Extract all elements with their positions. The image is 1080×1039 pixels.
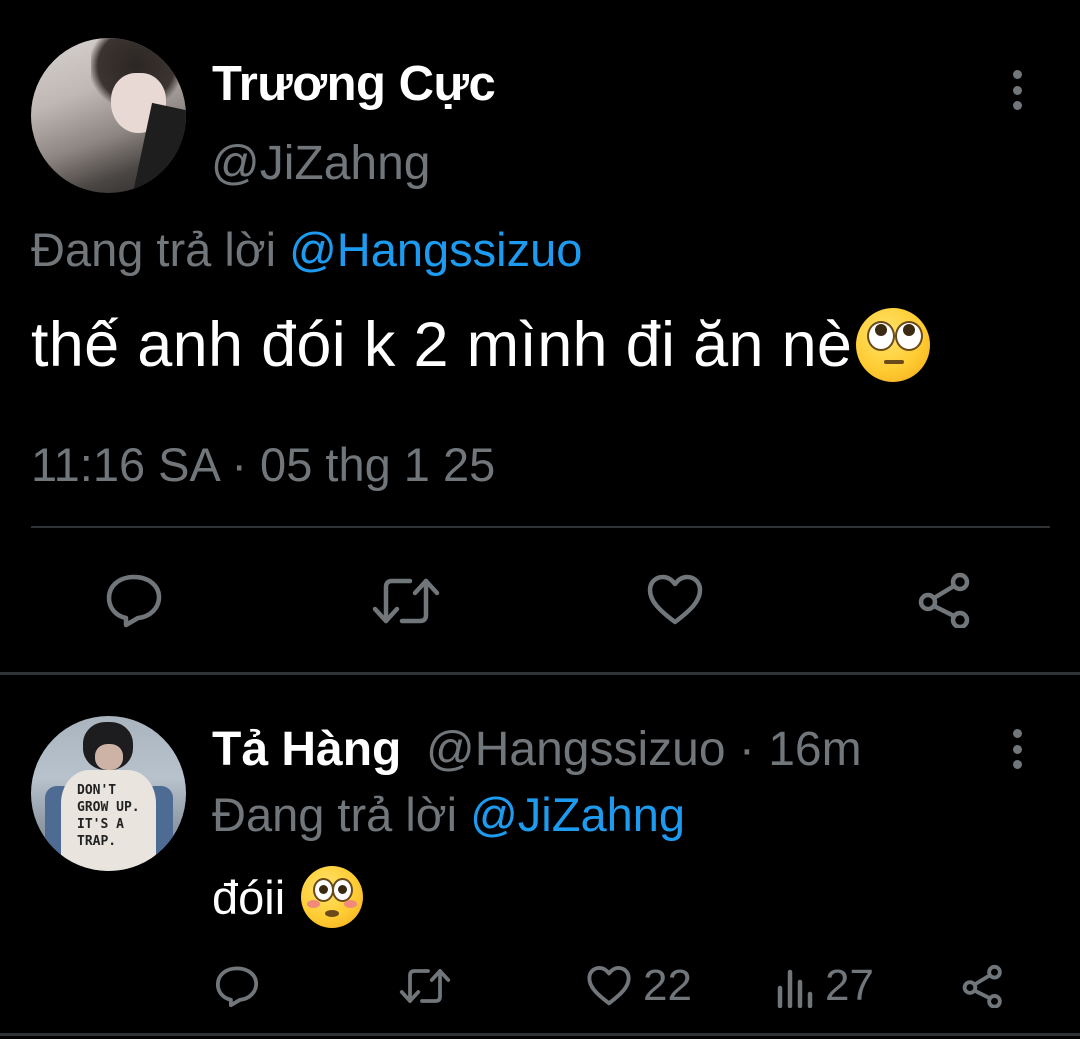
replying-mention-link[interactable]: @Hangssizuo — [289, 223, 582, 276]
main-tweet-timestamp[interactable]: 11:16 SA · 05 thg 1 25 — [31, 437, 495, 492]
like-button[interactable]: 22 — [585, 964, 692, 1008]
reply-author-name[interactable]: Tả Hàng — [212, 722, 401, 777]
main-author-handle[interactable]: @JiZahng — [211, 136, 431, 191]
divider — [0, 672, 1080, 675]
views-button[interactable]: 27 — [775, 964, 874, 1008]
avatar-main-author[interactable] — [31, 38, 186, 193]
replying-prefix: Đang trả lời — [212, 788, 471, 841]
reply-author-handle-time[interactable]: @Hangssizuo · 16m — [426, 722, 862, 777]
share-button[interactable] — [915, 572, 975, 628]
share-icon — [962, 964, 1002, 1008]
reply-icon — [106, 574, 162, 628]
avatar-face — [95, 744, 123, 770]
heart-icon — [587, 965, 631, 1006]
main-author-name[interactable]: Trương Cực — [212, 56, 496, 112]
flushed-face-emoji-icon — [301, 866, 364, 928]
reply-more-icon[interactable] — [1005, 729, 1029, 769]
heart-icon — [647, 574, 703, 625]
like-count: 22 — [643, 961, 692, 1010]
divider — [0, 1033, 1080, 1036]
main-replying-to: Đang trả lời @Hangssizuo — [31, 222, 582, 277]
replying-mention-link[interactable]: @JiZahng — [470, 788, 685, 841]
rolling-eyes-emoji-icon — [856, 308, 931, 382]
share-icon — [918, 572, 970, 628]
like-button[interactable] — [645, 572, 705, 628]
main-tweet-body: thế anh đói k 2 mình đi ăn nè — [31, 310, 853, 380]
avatar-shirt-text: DON'T GROW UP. IT'S A TRAP. — [77, 783, 140, 849]
retweet-icon — [372, 578, 440, 624]
reply-button[interactable] — [104, 572, 164, 628]
retweet-button[interactable] — [370, 575, 442, 627]
views-count: 27 — [825, 961, 874, 1010]
reply-replying-to: Đang trả lời @JiZahng — [212, 787, 685, 842]
share-button[interactable] — [960, 964, 1006, 1008]
reply-icon — [215, 966, 259, 1008]
main-tweet-text: thế anh đói k 2 mình đi ăn nè — [31, 308, 931, 382]
retweet-button[interactable] — [398, 966, 452, 1006]
reply-tweet-text: đóii — [212, 866, 364, 928]
views-icon — [777, 969, 813, 1008]
main-more-icon[interactable] — [1005, 70, 1029, 110]
retweet-icon — [399, 969, 451, 1003]
reply-button[interactable] — [214, 964, 260, 1008]
divider — [31, 526, 1050, 528]
reply-tweet-body: đóii — [212, 870, 286, 924]
replying-prefix: Đang trả lời — [31, 223, 290, 276]
avatar-reply-author[interactable]: DON'T GROW UP. IT'S A TRAP. — [31, 716, 186, 871]
